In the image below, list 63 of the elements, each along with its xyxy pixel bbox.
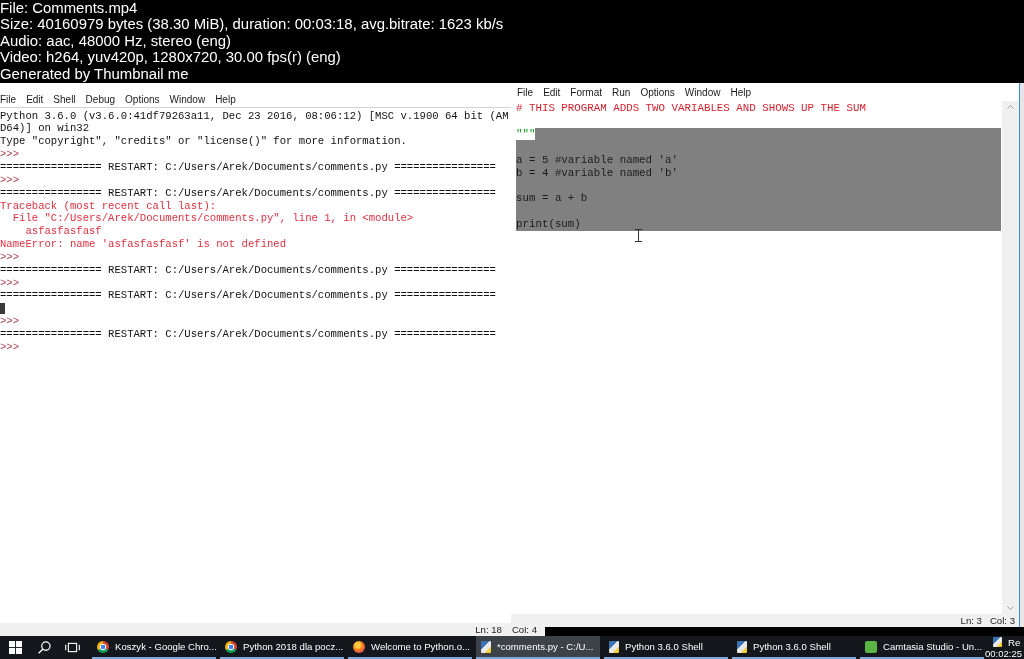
video-info-line: Size: 40160979 bytes (38.30 MiB), duration: 00:03:18, avg.bitrate: 1623 kb/s [0,16,504,33]
console-output-line: Type "copyright", "credits" or "license()" for more information. [0,135,407,148]
column-status: Col: 3 [989,615,1015,626]
video-info-line: Generated by Thumbnail me [0,65,189,83]
text-caret [0,303,5,315]
i-beam-cursor-icon [635,229,642,242]
video-info-line: Audio: aac, 48000 Hz, stereo (eng) [0,32,231,50]
column-status: Col: 4 [511,624,537,635]
menu-item[interactable]: Options [125,94,160,105]
video-info-line: Video: h264, yuv420p, 1280x720, 30.00 fps(r) (eng) [0,49,341,66]
console-output-line: ================ RESTART: C:/Users/Arek/Documents/comments.py ================ [0,289,496,302]
menu-item[interactable]: Help [730,86,751,98]
document-icon [481,640,491,653]
error-line: asfasfasfasf [24,225,102,238]
line-number-status: Ln: 18 [475,624,502,635]
shell-prompt: >>> [0,276,20,289]
video-timestamp: 00:02:25 [985,649,1022,659]
shell-prompt: >>> [0,340,20,353]
menu-item[interactable]: Window [169,94,206,105]
taskbar-button[interactable]: Koszyk - Google Chro... [92,636,216,659]
error-line: Traceback (most recent call last): [0,199,217,212]
shell-prompt: >>> [0,148,20,161]
shell-prompt: >>> [0,315,20,328]
taskbar-button[interactable]: *comments.py - C:/U... [476,636,600,659]
ring-icon [225,640,237,653]
console-output-line: ================ RESTART: C:/Users/Arek/Documents/comments.py ================ [0,186,496,199]
menu-item[interactable]: Edit [543,86,561,98]
menu-item[interactable]: Help [215,94,236,105]
line-number-status: Ln: 3 [960,615,982,626]
menu-item[interactable]: Shell [53,94,76,105]
menu-item[interactable]: File [0,94,17,105]
taskbar-button[interactable]: Python 3.6.0 Shell [604,636,728,659]
error-line: NameError: name 'asfasfasfasf' is not defined [0,238,287,251]
taskbar-button[interactable]: Python 2018 dla pocz... [220,636,344,659]
shell-prompt: >>> [0,173,20,186]
document-icon [993,637,1002,647]
console-output-line: D64)] on win32 [0,122,89,135]
error-line: File "C:/Users/Arek/Documents/comments.py", line 1, in <module> [11,212,414,225]
search-icon [37,641,51,654]
menu-item[interactable]: Format [570,86,603,98]
task-view-icon [64,642,80,653]
ring-icon [97,640,109,653]
shell-prompt: >>> [0,250,20,263]
taskbar-button[interactable]: Welcome to Python.o... [348,636,472,659]
console-output-line: ================ RESTART: C:/Users/Arek/Documents/comments.py ================ [0,160,496,173]
taskbar-button[interactable]: Re [988,636,1024,648]
document-icon [737,640,747,653]
console-output-line: ================ RESTART: C:/Users/Arek/Documents/comments.py ================ [0,327,496,340]
console-output-line: Python 3.6.0 (v3.6.0:41df79263a11, Dec 23 2016, 08:06:12) [MSC v.1900 64 bit (AM [0,109,509,122]
taskbar-button[interactable]: Camtasia Studio - Un... [860,636,984,659]
video-info-line: File: Comments.mp4 [0,0,138,17]
taskbar-button[interactable]: Python 3.6.0 Shell [732,636,856,659]
console-output-line: ================ RESTART: C:/Users/Arek/Documents/comments.py ================ [0,263,496,276]
menu-item[interactable]: Run [612,86,631,98]
tile-icon [865,640,877,653]
menu-item[interactable]: File [517,86,534,98]
menu-item[interactable]: Window [684,86,721,98]
start-icon [8,641,22,654]
menu-item[interactable]: Debug [85,94,116,105]
orb-icon [353,640,365,653]
menu-item[interactable]: Edit [26,94,44,105]
menu-item[interactable]: Options [640,86,675,98]
document-icon [609,640,619,653]
